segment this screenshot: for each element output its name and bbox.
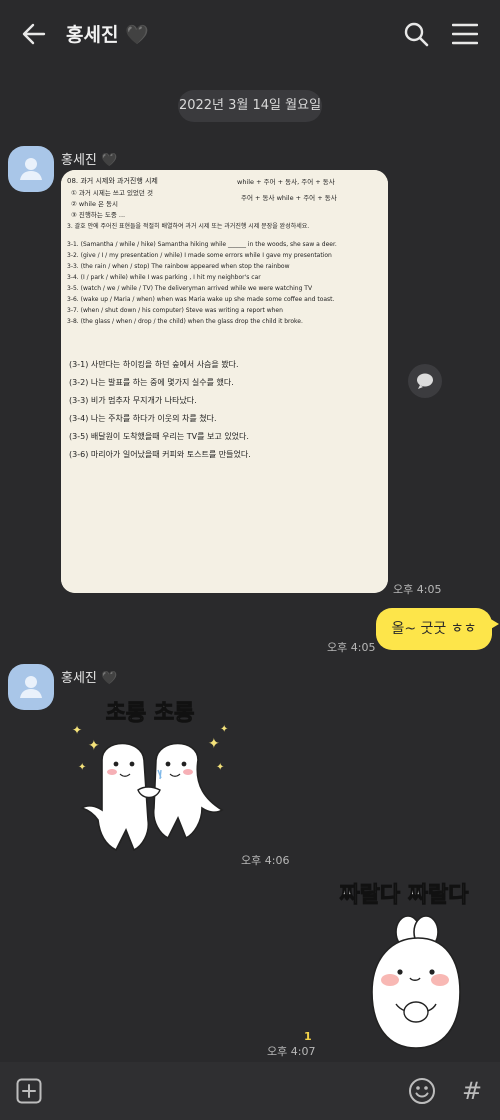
unread-count: 1 xyxy=(304,1030,312,1043)
worksheet-note: while + 주어 + 동사, 주어 + 동사 xyxy=(237,177,335,186)
message-time: 오후 4:07 xyxy=(267,1045,316,1058)
worksheet-line: 3-1. (Samantha / while / hike) Samantha … xyxy=(67,241,337,248)
worksheet-note: ③ 진행하는 도중 ... xyxy=(71,210,125,219)
my-message-text: 올~ 굿굿 ㅎㅎ xyxy=(391,621,477,637)
worksheet-korean-line: (3-4) 나는 주차를 하다가 이웃의 차를 쳤다. xyxy=(69,413,217,423)
svg-text:✦: ✦ xyxy=(88,738,100,754)
sender-name-text: 홍세진 xyxy=(61,671,97,686)
worksheet-photo[interactable]: 08. 과거 시제와 과거진행 시제 ① 과거 시제는 쓰고 있었던 것 ② w… xyxy=(61,170,388,593)
worksheet-note: 주어 + 동사 while + 주어 + 동사 xyxy=(241,193,337,202)
chat-title: 홍세진 🖤 xyxy=(66,20,149,47)
share-icon[interactable] xyxy=(408,364,442,398)
worksheet-instruction: 3. 괄호 안에 주어진 표현들을 적절히 배열하여 과거 시제 또는 과거진행… xyxy=(67,222,309,230)
worksheet-korean-line: (3-2) 나는 발표를 하는 중에 몇가지 실수를 했다. xyxy=(69,377,234,387)
worksheet-korean-line: (3-6) 마리아가 일어났을때 커피와 토스트를 만들었다. xyxy=(69,449,251,459)
worksheet-note: ② while 은 동시 xyxy=(71,200,118,208)
svg-text:✦: ✦ xyxy=(78,762,86,773)
sticker-twin-ghosts[interactable]: 초롱 초롱 ✦ ✦ ✦ ✦ ✦ ✦ xyxy=(60,690,240,865)
sender-name-emoji: 🖤 xyxy=(101,153,118,168)
svg-text:✦: ✦ xyxy=(220,724,228,735)
sender-name: 홍세진 🖤 xyxy=(61,149,117,168)
default-profile-icon xyxy=(20,158,42,180)
worksheet-heading: 08. 과거 시제와 과거진행 시제 xyxy=(67,176,158,185)
sender-name: 홍세진 🖤 xyxy=(61,667,117,686)
search-icon[interactable] xyxy=(402,20,430,48)
worksheet-korean-line: (3-3) 비가 멈추자 무지개가 나타났다. xyxy=(69,395,197,405)
worksheet-line: 3-3. (the rain / when / stop) The rainbo… xyxy=(67,263,290,270)
svg-text:✦: ✦ xyxy=(72,723,82,737)
message-time: 오후 4:05 xyxy=(327,641,376,654)
plus-square-icon[interactable] xyxy=(16,1078,42,1104)
default-profile-icon xyxy=(20,676,42,698)
chat-title-emoji: 🖤 xyxy=(125,24,149,46)
back-arrow-icon[interactable] xyxy=(18,18,50,50)
message-time: 오후 4:05 xyxy=(393,583,442,596)
worksheet-line: 3-8. (the glass / when / drop / the chil… xyxy=(67,318,303,325)
sticker-caption: 초롱 초롱 xyxy=(106,701,195,726)
svg-text:✦: ✦ xyxy=(208,736,220,752)
worksheet-line: 3-7. (when / shut down / his computer) S… xyxy=(67,307,283,314)
hash-tag-button[interactable]: # xyxy=(458,1076,486,1106)
chat-title-name: 홍세진 xyxy=(66,24,119,46)
my-message-bubble[interactable]: 올~ 굿굿 ㅎㅎ xyxy=(376,608,499,650)
svg-text:✦: ✦ xyxy=(216,762,224,773)
worksheet-line: 3-5. (watch / we / while / TV) The deliv… xyxy=(67,285,313,292)
worksheet-line: 3-2. (give / I / my presentation / while… xyxy=(67,252,332,259)
worksheet-line: 3-4. (I / park / while) while I was park… xyxy=(67,274,261,281)
top-bar: 홍세진 🖤 xyxy=(0,0,500,68)
sticker-caption: 짜랄다 짜랄다 xyxy=(339,883,469,908)
message-time: 오후 4:06 xyxy=(241,854,290,867)
avatar[interactable] xyxy=(8,146,54,192)
worksheet-korean-line: (3-1) 사만다는 하이킹을 하던 숲에서 사슴을 봤다. xyxy=(69,359,239,369)
avatar[interactable] xyxy=(8,664,54,710)
worksheet-korean-line: (3-5) 배달원이 도착했을때 우리는 TV를 보고 있었다. xyxy=(69,431,249,441)
emoji-smile-icon[interactable] xyxy=(408,1077,436,1105)
hamburger-menu-icon[interactable] xyxy=(451,22,479,46)
bottom-input-bar: # xyxy=(0,1062,500,1120)
worksheet-note: ① 과거 시제는 쓰고 있었던 것 xyxy=(71,188,153,197)
date-divider: 2022년 3월 14일 월요일 xyxy=(178,90,322,122)
worksheet-line: 3-6. (wake up / Maria / when) when was M… xyxy=(67,296,335,303)
sticker-clapping-bunny[interactable]: 짜랄다 짜랄다 xyxy=(322,872,487,1057)
sender-name-emoji: 🖤 xyxy=(101,671,118,686)
sender-name-text: 홍세진 xyxy=(61,153,97,168)
